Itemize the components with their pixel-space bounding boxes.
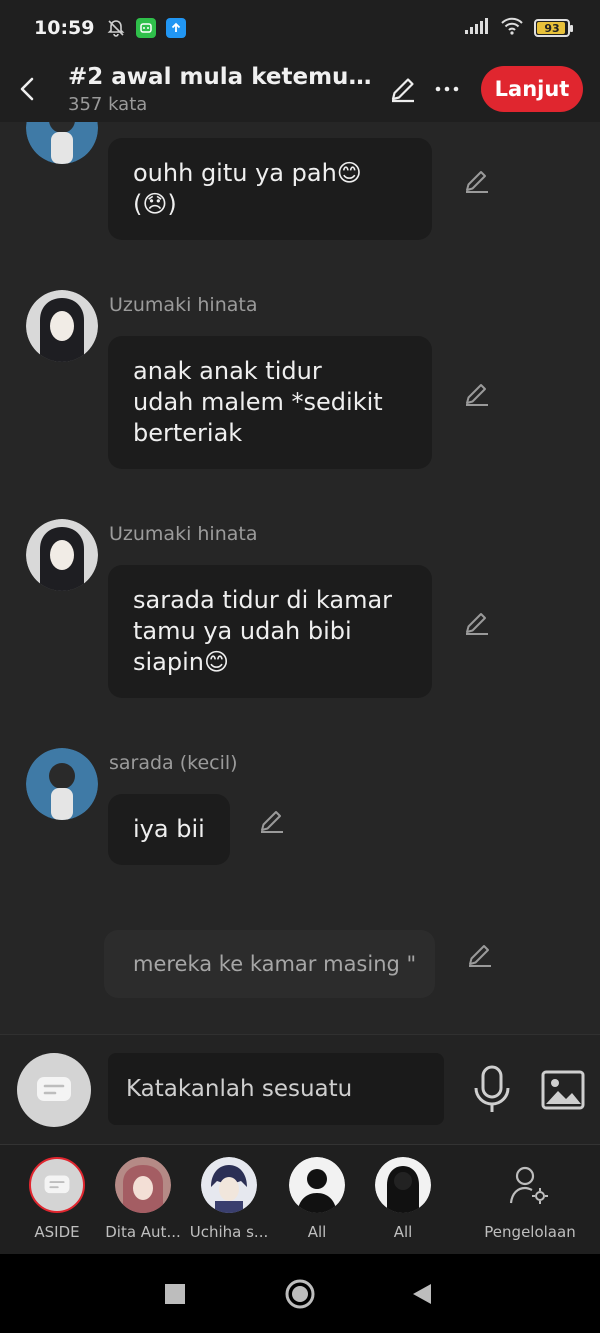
image-icon[interactable]: [540, 1067, 586, 1113]
more-horizontal-icon: [435, 86, 459, 92]
system-nav-bar: [0, 1254, 600, 1333]
character-label: ASIDE: [34, 1223, 80, 1241]
word-count: 357 kata: [68, 93, 148, 115]
message-line: tamu ya udah bibi: [133, 617, 352, 645]
battery-percent: 93: [544, 21, 560, 35]
pencil-icon: [391, 78, 414, 103]
status-icons-right: 93: [464, 17, 573, 39]
pencil-icon[interactable]: [257, 806, 287, 836]
title-block: #2 awal mula ketemu b... 357 kata: [68, 64, 373, 115]
upload-notification-icon: [166, 18, 187, 38]
user-settings-icon: [502, 1157, 558, 1213]
story-header: #2 awal mula ketemu b... 357 kata Lanjut: [0, 56, 600, 122]
message-line: udah malem *sedikit: [133, 388, 383, 416]
message-line: siapin😊: [133, 648, 230, 676]
message-line: ouhh gitu ya pah😊: [133, 159, 362, 187]
message-line: berteriak: [133, 419, 243, 447]
character-bar: ASIDE Dita Aut... Uchiha s... All All Pe…: [0, 1144, 600, 1254]
avatar-sarada[interactable]: [26, 748, 98, 820]
pencil-icon[interactable]: [462, 608, 492, 638]
character-dita[interactable]: Dita Aut...: [100, 1157, 186, 1241]
message-line: (😞): [133, 190, 177, 218]
message-bubble[interactable]: ouhh gitu ya pah😊 (😞): [108, 138, 432, 240]
manage-characters-button[interactable]: Pengelolaan: [484, 1157, 576, 1241]
message-line: sarada tidur di kamar: [133, 586, 393, 614]
character-label: All: [307, 1223, 327, 1241]
circle-icon: [285, 1279, 315, 1309]
aside-avatar: [29, 1157, 85, 1213]
all-avatar: [289, 1157, 345, 1213]
pencil-icon[interactable]: [465, 940, 495, 970]
message-bubble[interactable]: iya bii: [108, 794, 230, 865]
muted-bell-icon: [106, 18, 126, 38]
app-notification-icon: [136, 18, 157, 38]
avatar-hinata[interactable]: [26, 290, 98, 362]
status-icons-left: [106, 18, 187, 38]
aside-toggle-button[interactable]: [17, 1053, 91, 1127]
battery-icon: 93: [534, 19, 573, 37]
avatar-sarada[interactable]: [26, 122, 98, 164]
sender-name: Uzumaki hinata: [109, 294, 258, 316]
uchiha-avatar: [201, 1157, 257, 1213]
character-label: All: [393, 1223, 413, 1241]
signal-icon: [464, 17, 490, 39]
composer: [0, 1034, 600, 1144]
character-all-2[interactable]: All: [360, 1157, 446, 1241]
story-title: #2 awal mula ketemu b...: [68, 63, 373, 90]
character-uchiha[interactable]: Uchiha s...: [186, 1157, 272, 1241]
narration-bubble[interactable]: mereka ke kamar masing ": [104, 930, 435, 998]
character-aside[interactable]: ASIDE: [14, 1157, 100, 1241]
character-label: Uchiha s...: [189, 1223, 269, 1241]
edit-title-button[interactable]: [381, 67, 425, 111]
pencil-icon[interactable]: [462, 379, 492, 409]
status-bar: 10:59 93: [0, 0, 600, 56]
home-button[interactable]: [282, 1276, 318, 1312]
all-avatar: [375, 1157, 431, 1213]
character-label: Dita Aut...: [105, 1223, 181, 1241]
next-button[interactable]: Lanjut: [481, 66, 583, 112]
square-icon: [165, 1284, 185, 1304]
chat-bubble-icon: [37, 1077, 71, 1101]
dita-avatar: [115, 1157, 171, 1213]
back-arrow-icon: [20, 77, 34, 101]
chat-area[interactable]: ouhh gitu ya pah😊 (😞) Uzumaki hinata ana…: [0, 122, 600, 1034]
status-time: 10:59: [34, 17, 95, 39]
sender-name: Uzumaki hinata: [109, 523, 258, 545]
message-bubble[interactable]: anak anak tidur udah malem *sedikit bert…: [108, 336, 432, 469]
message-line: anak anak tidur: [133, 357, 322, 385]
back-nav-button[interactable]: [404, 1276, 440, 1312]
sender-name: sarada (kecil): [109, 752, 238, 774]
character-label: Pengelolaan: [484, 1223, 576, 1241]
avatar-hinata[interactable]: [26, 519, 98, 591]
message-input[interactable]: [108, 1053, 444, 1125]
recents-button[interactable]: [157, 1276, 193, 1312]
character-all-1[interactable]: All: [274, 1157, 360, 1241]
back-button[interactable]: [2, 63, 54, 115]
message-bubble[interactable]: sarada tidur di kamar tamu ya udah bibi …: [108, 565, 432, 698]
triangle-back-icon: [413, 1284, 431, 1304]
wifi-icon: [500, 17, 524, 39]
message-line: iya bii: [133, 815, 205, 843]
pencil-icon[interactable]: [462, 166, 492, 196]
microphone-icon[interactable]: [470, 1065, 514, 1115]
more-button[interactable]: [425, 67, 469, 111]
chat-bubble-icon: [44, 1175, 70, 1194]
